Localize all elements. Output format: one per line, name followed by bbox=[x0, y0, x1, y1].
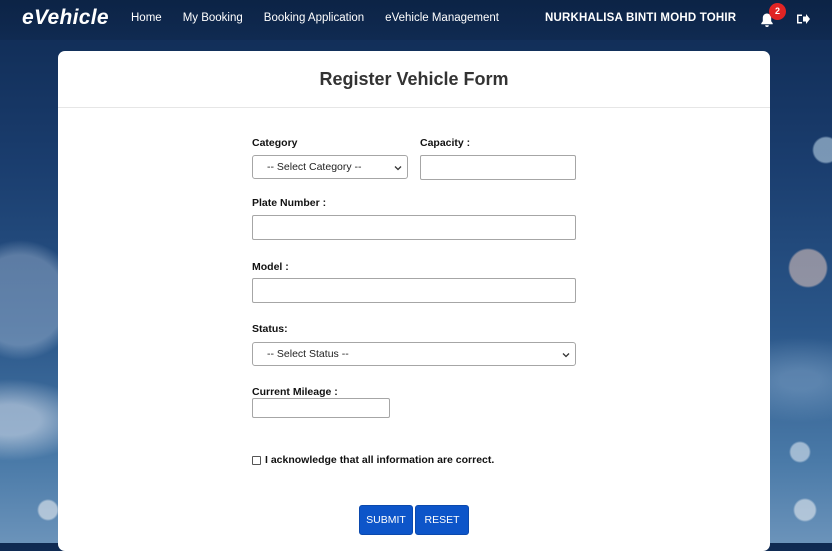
status-select[interactable]: -- Select Status -- bbox=[252, 342, 576, 366]
status-label: Status: bbox=[252, 323, 288, 335]
notification-badge: 2 bbox=[769, 3, 786, 20]
current-mileage-label: Current Mileage : bbox=[252, 386, 338, 398]
brand-logo[interactable]: eVehicle bbox=[22, 6, 109, 30]
capacity-input[interactable] bbox=[420, 155, 576, 180]
nav-item-evehicle-management[interactable]: eVehicle Management bbox=[385, 12, 499, 24]
chevron-down-icon bbox=[562, 353, 570, 358]
acknowledge-checkbox[interactable] bbox=[252, 455, 261, 465]
capacity-label: Capacity : bbox=[420, 137, 471, 149]
page-title: Register Vehicle Form bbox=[319, 68, 509, 89]
acknowledge-label[interactable]: I acknowledge that all information are c… bbox=[265, 454, 494, 466]
current-mileage-input[interactable] bbox=[252, 398, 390, 418]
nav-item-my-booking[interactable]: My Booking bbox=[183, 12, 243, 24]
submit-button[interactable]: SUBMIT bbox=[359, 505, 413, 535]
logout-icon[interactable] bbox=[796, 12, 810, 26]
category-selected-value: -- Select Category -- bbox=[267, 161, 362, 173]
acknowledge-row: I acknowledge that all information are c… bbox=[252, 454, 494, 466]
top-navbar: eVehicle Home My Booking Booking Applica… bbox=[0, 0, 832, 40]
model-input[interactable] bbox=[252, 278, 576, 303]
nav-links: Home My Booking Booking Application eVeh… bbox=[131, 12, 520, 24]
register-vehicle-card: Register Vehicle Form Category -- Select… bbox=[58, 51, 770, 551]
status-selected-value: -- Select Status -- bbox=[267, 348, 349, 360]
nav-item-home[interactable]: Home bbox=[131, 12, 162, 24]
user-name[interactable]: NURKHALISA BINTI MOHD TOHIR bbox=[545, 12, 736, 24]
plate-number-label: Plate Number : bbox=[252, 197, 327, 209]
plate-number-input[interactable] bbox=[252, 215, 576, 240]
nav-item-booking-application[interactable]: Booking Application bbox=[264, 12, 364, 24]
card-header: Register Vehicle Form bbox=[58, 51, 770, 108]
model-label: Model : bbox=[252, 261, 289, 273]
category-label: Category bbox=[252, 137, 298, 149]
category-select[interactable]: -- Select Category -- bbox=[252, 155, 408, 179]
chevron-down-icon bbox=[394, 166, 402, 171]
reset-button[interactable]: RESET bbox=[415, 505, 469, 535]
